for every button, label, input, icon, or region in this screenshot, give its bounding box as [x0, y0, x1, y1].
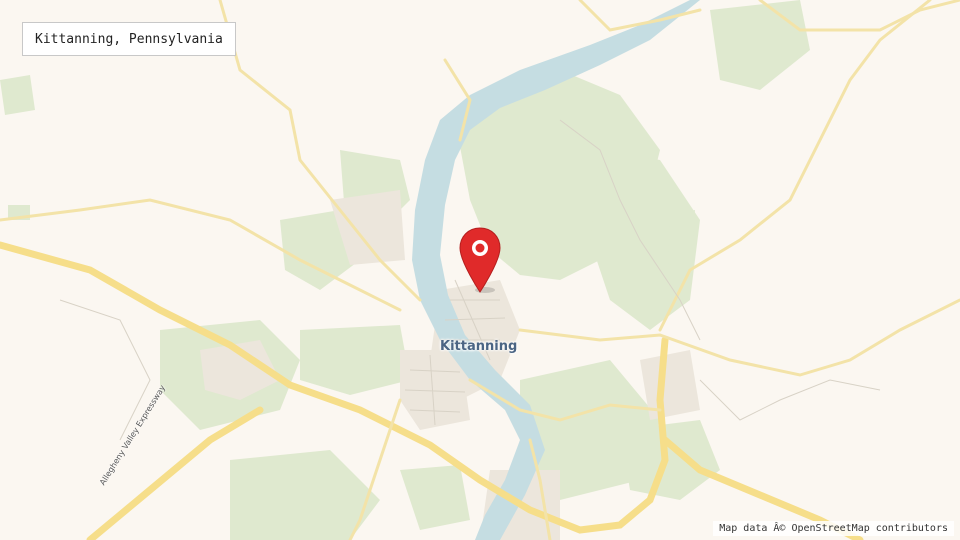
- map-pin-icon[interactable]: [458, 226, 502, 296]
- town-label[interactable]: Kittanning: [440, 339, 517, 354]
- place-name-box: Kittanning, Pennsylvania: [22, 22, 236, 56]
- map-canvas[interactable]: Kittanning, Pennsylvania Kittanning Alle…: [0, 0, 960, 540]
- place-name-text: Kittanning, Pennsylvania: [35, 31, 223, 47]
- map-attribution[interactable]: Map data Â© OpenStreetMap contributors: [713, 521, 954, 536]
